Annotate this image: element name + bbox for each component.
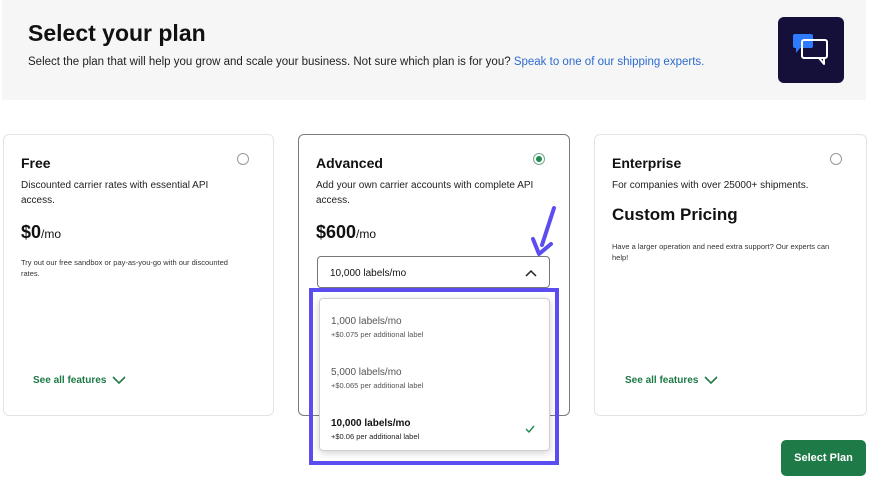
select-value: 10,000 labels/mo (330, 268, 407, 279)
plan-name: Advanced (316, 155, 383, 171)
plan-header: Select your plan Select the plan that wi… (2, 0, 866, 100)
chevron-up-icon (525, 269, 537, 277)
see-all-features-link[interactable]: See all features (625, 375, 718, 386)
plan-price: $0/mo (21, 222, 61, 243)
see-all-label: See all features (625, 375, 699, 386)
page-subtitle: Select the plan that will help you grow … (28, 56, 704, 68)
custom-pricing: Custom Pricing (612, 205, 738, 224)
chevron-down-icon (704, 376, 718, 385)
label-volume-dropdown: 1,000 labels/mo +$0.075 per additional l… (319, 298, 550, 451)
see-all-features-link[interactable]: See all features (33, 375, 126, 386)
chat-bubbles-icon (778, 17, 844, 83)
plan-name: Free (21, 155, 51, 171)
plan-radio-advanced[interactable] (533, 153, 545, 165)
page-title: Select your plan (28, 20, 206, 46)
speak-to-expert-link[interactable]: Speak to one of our shipping experts. (514, 56, 705, 68)
option-label: 10,000 labels/mo (331, 418, 411, 429)
annotation-arrow-icon (531, 206, 556, 256)
plan-card-free[interactable]: Free Discounted carrier rates with essen… (3, 134, 274, 416)
plan-card-enterprise[interactable]: Enterprise For companies with over 25000… (594, 134, 867, 416)
plan-description: Add your own carrier accounts with compl… (316, 180, 534, 206)
price-amount: $600 (316, 222, 357, 242)
option-label: 5,000 labels/mo (331, 367, 402, 378)
price-amount: $0 (21, 222, 42, 242)
label-volume-select[interactable]: 10,000 labels/mo (317, 256, 550, 288)
option-price-note: +$0.065 per additional label (331, 381, 424, 390)
plan-description: For companies with over 25000+ shipments… (612, 180, 809, 191)
price-period: /mo (356, 227, 377, 241)
option-label: 1,000 labels/mo (331, 316, 402, 327)
price-period: /mo (41, 227, 62, 241)
dropdown-option-5000[interactable]: 5,000 labels/mo +$0.065 per additional l… (320, 353, 549, 403)
plan-description: Discounted carrier rates with essential … (21, 180, 209, 206)
dropdown-option-1000[interactable]: 1,000 labels/mo +$0.075 per additional l… (320, 302, 549, 352)
checkmark-icon (525, 425, 535, 433)
plan-price: $600/mo (316, 222, 376, 243)
plan-name: Enterprise (612, 155, 682, 171)
subtitle-text: Select the plan that will help you grow … (28, 56, 511, 68)
option-price-note: +$0.06 per additional label (331, 432, 420, 441)
option-price-note: +$0.075 per additional label (331, 330, 424, 339)
chevron-down-icon (112, 376, 126, 385)
plan-radio-free[interactable] (237, 153, 249, 165)
select-plan-button[interactable]: Select Plan (781, 440, 866, 476)
plan-note: Have a larger operation and need extra s… (612, 242, 830, 262)
dropdown-option-10000[interactable]: 10,000 labels/mo +$0.06 per additional l… (320, 404, 549, 454)
see-all-label: See all features (33, 375, 107, 386)
plan-note: Try out our free sandbox or pay-as-you-g… (21, 258, 228, 278)
plan-radio-enterprise[interactable] (830, 153, 842, 165)
